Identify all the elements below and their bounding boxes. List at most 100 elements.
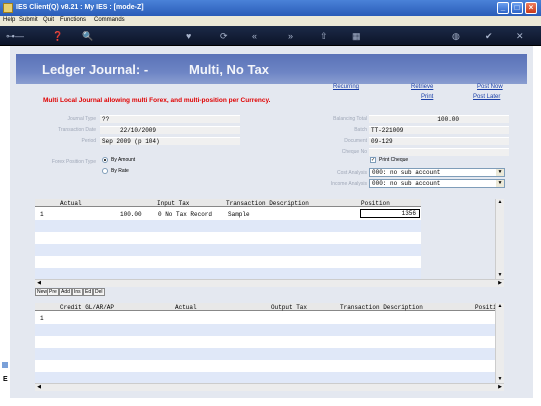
cell-input-tax[interactable]: 0 No Tax Record: [158, 211, 212, 218]
cell-position[interactable]: 1356: [360, 209, 420, 218]
cell-actual[interactable]: 100.00: [120, 211, 142, 218]
top-grid-hscroll[interactable]: ◀ ▶: [35, 279, 504, 287]
transaction-grid: Actual Input Tax Transaction Description…: [35, 199, 421, 279]
bookmark-icon[interactable]: ⇧: [320, 30, 328, 42]
col-credit-gl: Credit GL/AR/AP: [60, 304, 115, 311]
exit-icon[interactable]: E: [3, 376, 8, 383]
table-row[interactable]: [35, 268, 421, 279]
recurring-link[interactable]: Recurring: [333, 84, 359, 90]
ins-row-button[interactable]: Ins: [72, 288, 83, 296]
menu-bar: Help Submit Quit Functions Commands: [0, 16, 541, 26]
scroll-down-icon[interactable]: ▼: [496, 272, 504, 279]
table-row[interactable]: [35, 360, 501, 372]
menu-help[interactable]: Help: [3, 17, 15, 23]
heart-icon[interactable]: ♥: [186, 30, 191, 42]
close-button[interactable]: ×: [525, 2, 537, 14]
by-rate-label: By Rate: [111, 168, 129, 174]
print-link[interactable]: Print: [421, 94, 433, 100]
cell-description[interactable]: Sample: [228, 211, 250, 218]
post-now-link[interactable]: Post Now: [477, 84, 503, 90]
journal-type-label: Journal Type: [67, 116, 96, 122]
table-row[interactable]: [35, 256, 421, 268]
table-row[interactable]: [35, 336, 501, 348]
del-row-button[interactable]: Del: [93, 288, 105, 296]
menu-submit[interactable]: Submit: [19, 17, 38, 23]
minimize-button[interactable]: _: [497, 2, 509, 14]
scroll-right-icon[interactable]: ▶: [496, 280, 504, 287]
table-row[interactable]: [35, 232, 421, 244]
menu-quit[interactable]: Quit: [43, 17, 54, 23]
bottom-grid-vscroll[interactable]: ▲ ▼: [495, 303, 504, 383]
menu-functions[interactable]: Functions: [60, 17, 86, 23]
ed-row-button[interactable]: Ed: [83, 288, 94, 296]
transaction-date-label: Transaction Date: [58, 127, 96, 133]
scroll-left-icon[interactable]: ◀: [35, 384, 43, 391]
top-grid-vscroll[interactable]: ▲ ▼: [495, 199, 504, 279]
search-icon[interactable]: 🔍: [82, 30, 93, 42]
cost-analysis-label: Cost Analysis: [336, 170, 367, 176]
income-analysis-label: Income Analysis: [330, 181, 367, 187]
scroll-up-icon[interactable]: ▲: [496, 199, 504, 206]
check-icon[interactable]: ✔: [485, 30, 493, 42]
forward-icon[interactable]: »: [288, 30, 293, 42]
chevron-down-icon[interactable]: ▼: [496, 169, 504, 176]
globe-icon[interactable]: ◍: [452, 30, 460, 42]
main-frame: Ledger Journal: - Multi, No Tax Recurrin…: [10, 46, 533, 398]
offset-grid: Credit GL/AR/AP Actual Output Tax Transa…: [35, 303, 501, 383]
cost-analysis-select[interactable]: 000: no sub account ▼: [369, 168, 505, 177]
pre-row-button[interactable]: Pre: [47, 288, 59, 296]
col-actual: Actual: [175, 304, 197, 311]
chevron-down-icon[interactable]: ▼: [496, 180, 504, 187]
transaction-date-field[interactable]: 22/10/2009: [100, 126, 240, 134]
scroll-up-icon[interactable]: ▲: [496, 303, 504, 310]
by-amount-radio[interactable]: [102, 157, 108, 163]
page-title: Ledger Journal: -: [42, 62, 149, 77]
col-description: Transaction Description: [340, 304, 423, 311]
post-later-link[interactable]: Post Later: [473, 94, 500, 100]
menu-commands[interactable]: Commands: [94, 17, 125, 23]
by-rate-radio[interactable]: [102, 168, 108, 174]
journal-type-field[interactable]: ??: [100, 115, 240, 123]
document-label: Document: [344, 138, 367, 144]
retrieve-link[interactable]: Retrieve: [411, 84, 433, 90]
col-description: Transaction Description: [226, 200, 309, 207]
posn-type-label: Forex Position Type: [51, 159, 96, 165]
table-row[interactable]: [35, 324, 501, 336]
key-icon[interactable]: ⊶—: [6, 30, 24, 42]
print-cheque-label: Print Cheque: [379, 157, 409, 163]
cancel-icon[interactable]: ✕: [516, 30, 524, 42]
app-icon: [3, 3, 13, 13]
grid-icon[interactable]: ▦: [352, 30, 361, 42]
toolbar: ⊶— ❓ 🔍 ♥ ⟳ « » ⇧ ▦ ◍ ✔ ✕: [0, 26, 541, 46]
rewind-icon[interactable]: «: [252, 30, 257, 42]
batch-field[interactable]: TT-221009: [369, 126, 509, 134]
table-row[interactable]: [35, 348, 501, 360]
period-field[interactable]: Sep 2009 (p 104): [100, 137, 240, 145]
col-actual: Actual: [60, 200, 82, 207]
title-bar: IES Client(Q) v8.21 : My IES : [mode-Z] …: [0, 0, 541, 16]
print-cheque-checkbox[interactable]: ✓: [370, 157, 376, 163]
table-row[interactable]: 1: [35, 312, 501, 324]
table-row[interactable]: [35, 220, 421, 232]
maximize-button[interactable]: □: [511, 2, 523, 14]
help-icon[interactable]: ❓: [52, 30, 63, 42]
cheque-no-label: Cheque No: [341, 149, 367, 155]
scroll-down-icon[interactable]: ▼: [496, 376, 504, 383]
cheque-no-field[interactable]: [369, 148, 509, 156]
scroll-right-icon[interactable]: ▶: [496, 384, 504, 391]
info-message: Multi Local Journal allowing multi Forex…: [43, 97, 271, 104]
table-row[interactable]: 1 100.00 0 No Tax Record Sample 1356: [35, 208, 421, 220]
period-label: Period: [81, 138, 96, 144]
table-row[interactable]: [35, 372, 501, 383]
scroll-left-icon[interactable]: ◀: [35, 280, 43, 287]
col-input-tax: Input Tax: [157, 200, 190, 207]
info-icon[interactable]: [2, 362, 8, 368]
bottom-grid-hscroll[interactable]: ◀ ▶: [35, 383, 504, 391]
add-row-button[interactable]: Add: [59, 288, 72, 296]
refresh-icon[interactable]: ⟳: [220, 30, 228, 42]
by-amount-label: By Amount: [111, 157, 136, 163]
income-analysis-select[interactable]: 000: no sub account ▼: [369, 179, 505, 188]
document-field[interactable]: 09-129: [369, 137, 509, 145]
page-subtitle: Multi, No Tax: [189, 62, 269, 77]
table-row[interactable]: [35, 244, 421, 256]
